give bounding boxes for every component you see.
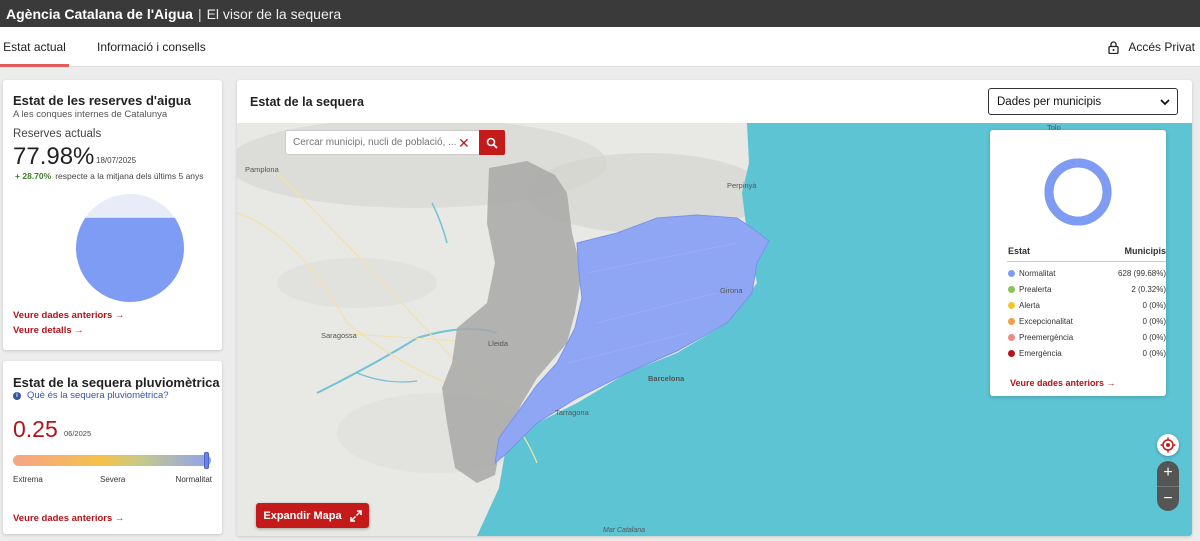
chevron-down-icon: [1160, 99, 1170, 106]
pluviometric-scale-bar: [13, 452, 211, 469]
map-label-pamplona: Pamplona: [245, 165, 279, 174]
private-access-label: Accés Privat: [1128, 40, 1195, 54]
pluviometric-previous-data-link[interactable]: Veure dades anteriors →: [13, 513, 124, 524]
expand-map-label: Expandir Mapa: [263, 509, 342, 522]
legend-count: 0 (0%): [1142, 349, 1166, 358]
reserves-card: Estat de les reserves d'aigua A les conq…: [3, 80, 222, 350]
reserves-details-link[interactable]: Veure detalls →: [13, 325, 84, 336]
donut-normalitat-arc: [1044, 158, 1112, 226]
pluviometric-info-label: Què és la sequera pluviomètrica?: [27, 390, 169, 401]
locate-button[interactable]: [1157, 434, 1179, 456]
legend-name: Normalitat: [1019, 269, 1056, 278]
reserves-delta-text: respecte a la mitjana dels últims 5 anys: [55, 171, 204, 181]
map-title: Estat de la sequera: [250, 95, 364, 109]
legend-divider: [1007, 261, 1166, 262]
legend-count: 628 (99.68%): [1117, 269, 1166, 278]
legend-dot-preemergencia: [1008, 334, 1015, 341]
legend-count: 2 (0.32%): [1131, 285, 1166, 294]
reserves-water-level: [76, 217, 184, 302]
private-access-link[interactable]: Accés Privat: [1108, 27, 1195, 67]
legend-name: Emergència: [1019, 349, 1062, 358]
app-subtitle: El visor de la sequera: [206, 5, 342, 22]
legend-name: Alerta: [1019, 301, 1040, 310]
reserves-title: Estat de les reserves d'aigua: [13, 93, 191, 108]
drought-map[interactable]: ✕ Pamplona Perpinyà Saragossa Lleida Gir…: [237, 123, 1192, 536]
map-label-perpinya: Perpinyà: [727, 181, 757, 190]
scale-label-severa: Severa: [100, 475, 126, 484]
map-label-barcelona: Barcelona: [648, 374, 685, 383]
legend-name: Excepcionalitat: [1019, 317, 1073, 326]
map-select-value: Dades per municipis: [997, 95, 1102, 108]
map-label-girona: Girona: [720, 286, 743, 295]
legend-header-state: Estat: [1008, 246, 1031, 256]
legend-count: 0 (0%): [1142, 333, 1166, 342]
municipalities-donut-chart: [1044, 158, 1112, 226]
legend-row: Normalitat 628 (99.68%): [1007, 268, 1166, 280]
drought-legend-panel: Estat Municipis Normalitat 628 (99.68%) …: [990, 130, 1166, 396]
legend-name: Prealerta: [1019, 285, 1052, 294]
crosshair-icon: [1160, 437, 1176, 453]
pluviometric-marker: [204, 452, 210, 469]
reserves-value: 77.98%: [13, 143, 95, 170]
scale-label-normalitat: Normalitat: [175, 475, 212, 484]
expand-map-button[interactable]: Expandir Mapa: [256, 503, 369, 528]
main-nav: Estat actual Informació i consells Accés…: [0, 27, 1200, 67]
search-icon: [486, 137, 498, 149]
reserves-label: Reserves actuals: [13, 128, 102, 140]
legend-row: Preemergència 0 (0%): [1007, 332, 1166, 344]
legend-dot-normalitat: [1008, 270, 1015, 277]
legend-row: Alerta 0 (0%): [1007, 300, 1166, 312]
legend-count: 0 (0%): [1142, 317, 1166, 326]
legend-row: Excepcionalitat 0 (0%): [1007, 316, 1166, 328]
reserves-date: 18/07/2025: [96, 156, 137, 165]
zoom-control: + −: [1157, 461, 1179, 511]
legend-row: Emergència 0 (0%): [1007, 348, 1166, 360]
map-data-select[interactable]: Dades per municipis: [988, 88, 1178, 115]
reserves-delta: + 28.70% respecte a la mitjana dels últim…: [15, 171, 204, 181]
municipality-search: ✕: [285, 130, 505, 155]
map-label-mar: Mar Catalana: [603, 527, 646, 534]
expand-icon: [349, 509, 362, 522]
reserves-fill-gauge: [76, 194, 184, 302]
title-separator: |: [197, 5, 202, 22]
tab-informacio-consells[interactable]: Informació i consells: [97, 27, 206, 67]
pluviometric-info-link[interactable]: i Què és la sequera pluviomètrica?: [13, 390, 169, 401]
reserves-subtitle: A les conques internes de Catalunya: [13, 109, 168, 120]
info-icon: i: [13, 391, 21, 400]
clear-search-icon[interactable]: ✕: [458, 135, 470, 152]
reserves-previous-data-link[interactable]: Veure dades anteriors →: [13, 310, 124, 321]
search-input[interactable]: [293, 137, 457, 148]
legend-row: Prealerta 2 (0.32%): [1007, 284, 1166, 296]
legend-header-count: Municipis: [1124, 246, 1166, 256]
map-card: Estat de la sequera Dades per municipis: [237, 80, 1192, 536]
legend-dot-alerta: [1008, 302, 1015, 309]
zoom-in-button[interactable]: +: [1157, 461, 1179, 486]
pluviometric-title: Estat de la sequera pluviomètrica: [13, 375, 220, 390]
map-label-tarragona: Tarragona: [555, 408, 589, 417]
legend-dot-prealerta: [1008, 286, 1015, 293]
tab-estat-actual[interactable]: Estat actual: [0, 27, 69, 67]
pluviometric-card: Estat de la sequera pluviomètrica i Què …: [3, 361, 222, 534]
legend-dot-emergencia: [1008, 350, 1015, 357]
pluviometric-value: 0.25: [13, 416, 58, 442]
app-header: Agència Catalana de l'Aigua | El visor d…: [0, 0, 1200, 27]
lock-icon: [1108, 40, 1119, 54]
legend-count: 0 (0%): [1142, 301, 1166, 310]
brand-title[interactable]: Agència Catalana de l'Aigua: [6, 6, 193, 22]
scale-label-extrema: Extrema: [13, 475, 43, 484]
legend-previous-data-link[interactable]: Veure dades anteriors →: [1010, 378, 1116, 388]
map-label-saragossa: Saragossa: [321, 331, 357, 340]
legend-name: Preemergència: [1019, 333, 1074, 342]
pluviometric-date: 06/2025: [64, 429, 92, 438]
search-button[interactable]: [479, 130, 505, 155]
legend-dot-excepcionalitat: [1008, 318, 1015, 325]
map-label-lleida: Lleida: [488, 339, 509, 348]
reserves-delta-value: + 28.70%: [15, 171, 52, 181]
zoom-out-button[interactable]: −: [1157, 486, 1179, 511]
